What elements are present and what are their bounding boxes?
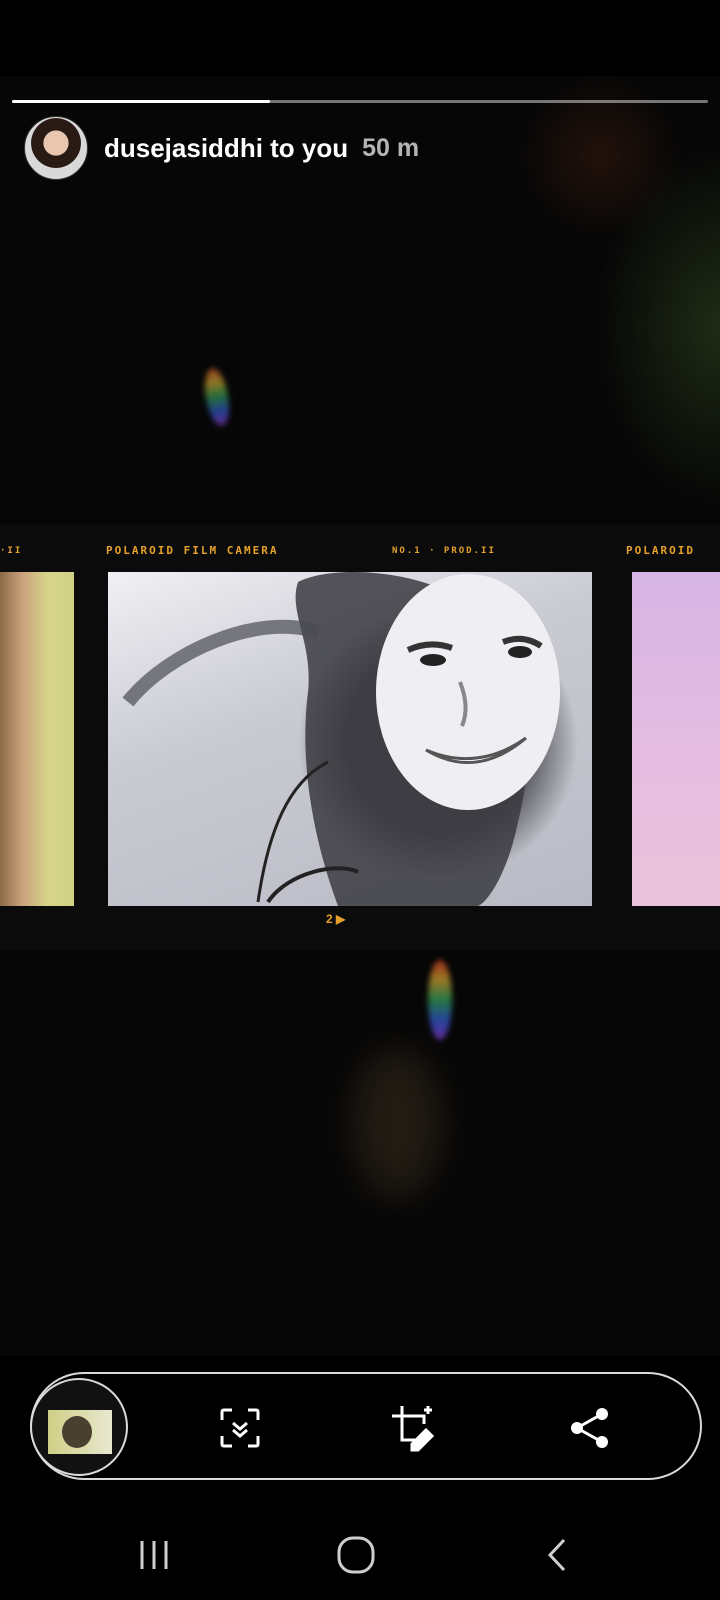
story-time: 50 m xyxy=(362,133,420,162)
photo-frame-left xyxy=(0,572,74,906)
film-label: NO.1 · PROD.II xyxy=(392,546,496,556)
crop-edit-icon xyxy=(392,1406,435,1452)
share-button[interactable] xyxy=(566,1404,614,1452)
lens-flare xyxy=(201,366,233,428)
recent-apps-icon xyxy=(140,1541,168,1569)
film-label: POLAROID xyxy=(626,544,695,557)
story-thumbnail[interactable] xyxy=(30,1378,128,1476)
home-icon xyxy=(337,1536,375,1574)
lens-flare xyxy=(352,1048,442,1198)
thumbnail-face xyxy=(62,1416,92,1448)
back-button[interactable] xyxy=(528,1528,588,1582)
film-label: POLAROID FILM CAMERA xyxy=(106,544,279,557)
share-icon xyxy=(571,1408,608,1448)
story-progress-fill xyxy=(12,100,270,103)
back-icon xyxy=(547,1538,566,1572)
scan-capture-icon xyxy=(220,1408,260,1448)
crop-edit-button[interactable] xyxy=(390,1404,438,1452)
scan-capture-button[interactable] xyxy=(216,1404,264,1452)
frame-number: 2 ▶ xyxy=(326,912,346,926)
status-bar xyxy=(0,0,720,76)
recent-apps-button[interactable] xyxy=(124,1528,184,1582)
photo-frame-right xyxy=(632,572,720,906)
film-label: ·II xyxy=(0,546,23,556)
story-progress-bar xyxy=(12,100,708,103)
story-username[interactable]: dusejasiddhi to you xyxy=(104,133,348,164)
story-header: dusejasiddhi to you 50 m xyxy=(24,116,419,180)
home-button[interactable] xyxy=(326,1528,386,1582)
lens-flare xyxy=(428,960,452,1040)
photo-frame-main xyxy=(108,572,592,906)
portrait-illustration xyxy=(122,572,560,906)
avatar[interactable] xyxy=(24,116,88,180)
